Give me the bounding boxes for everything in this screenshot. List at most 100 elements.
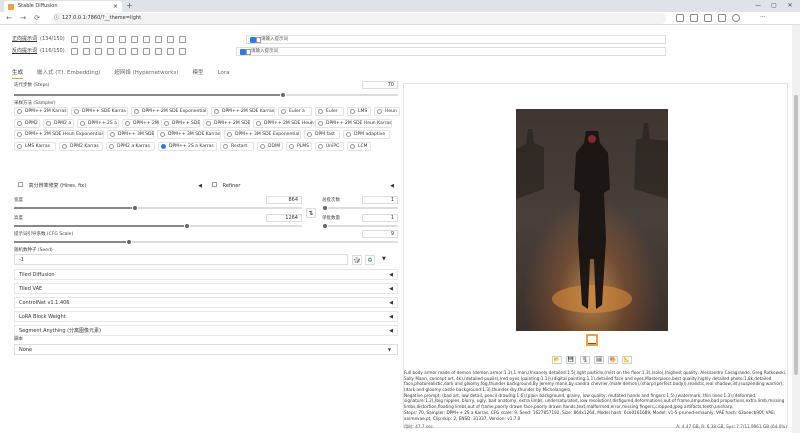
prompt-tool-icon[interactable] (106, 47, 114, 55)
radio-icon[interactable] (110, 132, 115, 137)
radio-icon[interactable] (214, 109, 219, 114)
tab-lora[interactable]: Lora (218, 67, 230, 79)
favorite-icon[interactable] (676, 14, 684, 22)
reload-icon[interactable]: ⟳ (32, 13, 42, 24)
sampler-option[interactable]: DPM++ 2M SDE Exponential (131, 107, 208, 116)
sampler-option[interactable]: LCM (347, 141, 371, 151)
batch-count-slider[interactable] (322, 205, 398, 211)
collections-icon[interactable] (718, 14, 726, 22)
tab-hypernetworks[interactable]: 超网络 (Hypernetworks) (114, 67, 178, 79)
cfg-input[interactable]: 9 (362, 230, 398, 238)
more-icon[interactable]: ··· (760, 14, 768, 22)
collapsible-panel[interactable]: Tiled VAE ◀ (14, 283, 398, 294)
save-button[interactable]: 💾 (566, 356, 576, 364)
back-icon[interactable]: ← (4, 13, 14, 24)
sampler-option[interactable]: DPM2 (14, 118, 40, 128)
radio-icon[interactable] (46, 120, 51, 126)
send-to-extras-button[interactable]: 📐 (622, 356, 632, 364)
hires-arrow-icon[interactable]: ◀ (198, 181, 202, 191)
width-input[interactable]: 864 (266, 196, 302, 204)
image-thumbnail[interactable] (586, 334, 598, 346)
sampler-option[interactable]: DPM++ 2M SDE Heun Karras (315, 118, 392, 128)
tab-embedding[interactable]: 嵌入式 (T.I. Embedding) (37, 67, 100, 79)
scrollbar-thumb[interactable] (794, 95, 798, 375)
site-info-icon[interactable]: ⓘ (54, 13, 59, 24)
sampler-option[interactable]: DPM++ 2S a (77, 118, 119, 128)
toggle-icon[interactable] (246, 49, 251, 55)
prompt-tool-icon[interactable] (94, 47, 102, 55)
height-input[interactable]: 1264 (266, 214, 302, 222)
collapsible-panel[interactable]: Segment Anything (分离图像元素) ◀ (14, 325, 398, 336)
prompt-tool-icon[interactable] (178, 35, 186, 43)
radio-icon[interactable] (307, 132, 312, 137)
radio-icon[interactable] (227, 132, 232, 137)
radio-icon[interactable] (17, 132, 22, 137)
slider-knob[interactable] (279, 92, 286, 98)
radio-icon[interactable] (318, 109, 323, 114)
radio-icon[interactable] (318, 120, 323, 126)
radio-icon[interactable] (206, 120, 211, 126)
sampler-option[interactable]: DPM++ 2M SDE Karras (211, 107, 275, 116)
radio-icon[interactable] (17, 109, 22, 114)
collapse-arrow-icon[interactable]: ◀ (389, 312, 393, 322)
profile-icon[interactable] (732, 14, 740, 22)
prompt-tool-icon[interactable] (166, 47, 174, 55)
collapsible-panel[interactable]: LoRA Block Weight ◀ (14, 311, 398, 322)
tab-model[interactable]: 模型 (193, 67, 204, 79)
prompt-tool-icon[interactable] (130, 35, 138, 43)
sampler-option[interactable]: DPM2 Karras (59, 141, 103, 151)
sampler-option[interactable]: DPM++ 2M (122, 118, 159, 128)
sampler-option[interactable]: Heun (374, 107, 400, 116)
sampler-option[interactable]: DPM adaptive (343, 130, 390, 139)
collapse-arrow-icon[interactable]: ◀ (389, 326, 393, 336)
slider-knob[interactable] (322, 205, 328, 211)
sampler-option[interactable]: DPM2 a (43, 118, 74, 128)
sampler-option[interactable]: DPM fast (304, 130, 340, 139)
sampler-option[interactable]: Restart (220, 141, 254, 151)
radio-icon[interactable] (109, 143, 114, 149)
new-tab-button[interactable]: + (126, 0, 133, 12)
prompt-tool-icon[interactable] (70, 47, 78, 55)
sampler-option[interactable]: DPM++ 3M SDE Karras (157, 130, 221, 139)
prompt-tool-icon[interactable] (142, 47, 150, 55)
radio-icon[interactable] (318, 143, 323, 149)
radio-icon[interactable] (350, 143, 355, 149)
sampler-option[interactable]: DPM++ SDE (161, 118, 200, 128)
sampler-option[interactable]: DPM++ 2S a Karras (158, 141, 217, 151)
split-screen-icon[interactable] (690, 14, 698, 22)
prompt-tool-icon[interactable] (70, 35, 78, 43)
refiner-checkbox[interactable] (212, 182, 217, 187)
prompt-tool-icon[interactable] (166, 35, 174, 43)
radio-icon[interactable] (17, 120, 22, 126)
prompt-tool-icon[interactable] (106, 35, 114, 43)
forward-icon[interactable]: → (18, 13, 28, 24)
collapse-arrow-icon[interactable]: ◀ (389, 270, 393, 280)
prompt-tool-icon[interactable] (154, 47, 162, 55)
hires-fix-toggle[interactable]: 高分辨率修复 (Hires. fix) ◀ (14, 181, 206, 192)
toggle-icon[interactable] (256, 37, 261, 43)
prompt-tool-icon[interactable] (154, 35, 162, 43)
generated-image[interactable] (516, 109, 668, 331)
hires-checkbox[interactable] (18, 182, 23, 187)
sampler-option[interactable]: DPM++ 3M SDE (107, 130, 154, 139)
height-slider[interactable] (14, 223, 302, 229)
sampler-option[interactable]: LMS Karras (14, 141, 56, 151)
sampler-option[interactable]: DPM++ 2M SDE Heun Exponential (14, 130, 104, 139)
sampler-option[interactable]: DPM2 a Karras (106, 141, 155, 151)
collapsible-panel[interactable]: ControlNet v1.1.406 ◀ (14, 297, 398, 308)
maximize-button[interactable]: ▢ (768, 0, 780, 12)
steps-slider[interactable] (14, 92, 398, 98)
radio-icon[interactable] (74, 109, 79, 114)
prompt-tool-icon[interactable] (118, 47, 126, 55)
radio-icon[interactable] (80, 120, 85, 126)
radio-icon[interactable] (256, 120, 261, 126)
open-folder-button[interactable]: 📂 (552, 356, 562, 364)
positive-prompt-input[interactable]: 请输入提示词 (246, 35, 666, 44)
radio-icon[interactable] (62, 143, 67, 149)
radio-icon[interactable] (346, 132, 351, 137)
slider-knob[interactable] (126, 239, 133, 245)
collapsible-panel[interactable]: Tiled Diffusion ◀ (14, 269, 398, 280)
swap-dimensions-button[interactable]: ⇅ (306, 208, 316, 218)
minimize-button[interactable]: — (752, 0, 764, 12)
slider-knob[interactable] (322, 223, 328, 229)
